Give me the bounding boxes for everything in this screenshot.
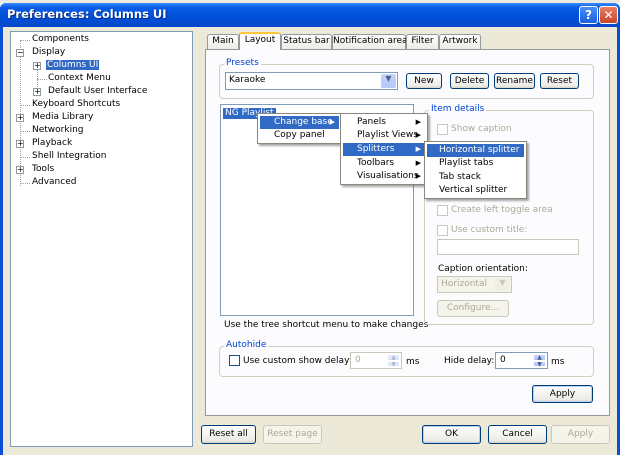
hide-delay-unit: ms xyxy=(551,357,565,367)
presets-combo[interactable]: Karaoke ▼ xyxy=(225,72,398,90)
expand-icon[interactable]: + xyxy=(33,88,41,96)
help-icon: ? xyxy=(585,8,592,22)
presets-group-title: Presets xyxy=(224,58,261,69)
cancel-button[interactable]: Cancel xyxy=(488,425,547,444)
presets-selected-value: Karaoke xyxy=(229,75,266,85)
tab-notification-area[interactable]: Notification area xyxy=(332,34,408,49)
close-button[interactable]: ✕ xyxy=(599,6,618,24)
menu-item-copy-panel[interactable]: Copy panel xyxy=(260,129,339,142)
tab-layout[interactable]: Layout xyxy=(239,32,281,50)
rename-preset-button[interactable]: Rename xyxy=(494,73,535,89)
tree-line xyxy=(20,157,30,158)
show-caption-label: Show caption xyxy=(451,124,512,134)
menu-item-vertical-splitter[interactable]: Vertical splitter xyxy=(427,184,524,197)
tab-artwork[interactable]: Artwork xyxy=(439,34,481,49)
tree-item-tools[interactable]: Tools xyxy=(32,164,54,175)
expand-icon[interactable]: + xyxy=(16,140,24,148)
reset-preset-button[interactable]: Reset xyxy=(540,73,579,89)
tree-line xyxy=(20,131,30,132)
tree-item-networking[interactable]: Networking xyxy=(32,125,84,136)
tree-line xyxy=(37,79,47,80)
expand-icon[interactable]: + xyxy=(16,114,24,122)
menu-item-playlist-views[interactable]: Playlist Views ▶ xyxy=(343,129,425,142)
expand-icon[interactable]: + xyxy=(33,62,41,70)
spin-down-icon[interactable]: ▼ xyxy=(387,360,400,367)
menu-item-playlist-tabs[interactable]: Playlist tabs xyxy=(427,157,524,170)
help-button[interactable]: ? xyxy=(579,6,598,24)
hide-delay-label: Hide delay: xyxy=(444,356,495,366)
splitters-submenu: Horizontal splitter Playlist tabs Tab st… xyxy=(424,141,527,199)
tree-item-keyboard-shortcuts[interactable]: Keyboard Shortcuts xyxy=(32,99,120,110)
tree-hint-text: Use the tree shortcut menu to make chang… xyxy=(224,320,429,330)
submenu-arrow-icon: ▶ xyxy=(329,118,335,126)
caption-orientation-value: Horizontal xyxy=(441,279,487,289)
menu-item-panels[interactable]: Panels ▶ xyxy=(343,116,425,129)
collapse-icon[interactable]: − xyxy=(16,49,24,57)
apply-button[interactable]: Apply xyxy=(551,425,610,444)
use-custom-title-checkbox[interactable] xyxy=(437,225,448,236)
menu-item-horizontal-splitter[interactable]: Horizontal splitter xyxy=(427,144,524,157)
preferences-tree[interactable]: Components − Display + Columns UI Contex… xyxy=(10,31,193,447)
show-delay-unit: ms xyxy=(406,357,420,367)
delete-preset-button[interactable]: Delete xyxy=(450,73,489,89)
chevron-down-icon[interactable]: ▼ xyxy=(381,74,396,88)
tree-item-columns-ui[interactable]: Columns UI xyxy=(46,60,100,71)
custom-title-input[interactable] xyxy=(437,239,579,255)
hide-delay-value: 0 xyxy=(500,355,506,365)
reset-all-button[interactable]: Reset all xyxy=(201,425,256,444)
caption-orientation-label: Caption orientation: xyxy=(438,264,528,274)
menu-item-change-base[interactable]: Change base ▶ xyxy=(260,116,339,129)
tree-item-default-user-interface[interactable]: Default User Interface xyxy=(48,86,147,97)
item-details-group-title: Item details xyxy=(429,104,487,115)
hide-delay-spinner[interactable]: ▲ ▼ xyxy=(533,354,546,367)
show-caption-checkbox[interactable] xyxy=(437,124,448,135)
tab-status-bar[interactable]: Status bar xyxy=(281,34,332,49)
ok-button[interactable]: OK xyxy=(422,425,481,444)
hide-delay-input[interactable]: 0 ▲ ▼ xyxy=(495,352,548,369)
create-left-toggle-checkbox[interactable] xyxy=(437,205,448,216)
expand-icon[interactable]: + xyxy=(16,166,24,174)
change-base-submenu: Panels ▶ Playlist Views ▶ Splitters ▶ Toolb… xyxy=(340,113,428,185)
apply-layout-button[interactable]: Apply xyxy=(532,385,593,403)
tree-item-context-menu[interactable]: Context Menu xyxy=(48,73,111,84)
autohide-group-title: Autohide xyxy=(224,340,269,351)
tree-item-advanced[interactable]: Advanced xyxy=(32,177,76,188)
menu-item-toolbars[interactable]: Toolbars ▶ xyxy=(343,157,425,170)
tab-filter[interactable]: Filter xyxy=(406,34,439,49)
tree-item-shell-integration[interactable]: Shell Integration xyxy=(32,151,106,162)
spin-down-icon[interactable]: ▼ xyxy=(533,360,546,367)
menu-item-visualisations[interactable]: Visualisations ▶ xyxy=(343,170,425,183)
tree-line xyxy=(20,183,30,184)
menu-item-splitters[interactable]: Splitters ▶ xyxy=(343,143,425,156)
submenu-arrow-icon: ▶ xyxy=(415,172,421,180)
chevron-down-icon[interactable]: ▼ xyxy=(495,278,510,291)
window-title: Preferences: Columns UI xyxy=(7,7,167,21)
menu-item-tab-stack[interactable]: Tab stack xyxy=(427,171,524,184)
submenu-arrow-icon: ▶ xyxy=(415,131,421,139)
show-delay-spinner[interactable]: ▲ ▼ xyxy=(387,354,400,367)
submenu-arrow-icon: ▶ xyxy=(415,145,421,153)
submenu-arrow-icon: ▶ xyxy=(415,159,421,167)
reset-page-button[interactable]: Reset page xyxy=(263,425,322,444)
use-custom-title-label: Use custom title: xyxy=(451,225,528,235)
tree-item-components[interactable]: Components xyxy=(32,34,89,45)
configure-button[interactable]: Configure... xyxy=(437,300,509,317)
tree-line xyxy=(20,40,30,41)
caption-orientation-combo[interactable]: Horizontal ▼ xyxy=(437,276,512,293)
tree-item-playback[interactable]: Playback xyxy=(32,138,72,149)
tree-item-media-library[interactable]: Media Library xyxy=(32,112,93,123)
tree-line xyxy=(20,105,30,106)
tab-main[interactable]: Main xyxy=(207,34,239,49)
custom-show-delay-label: Use custom show delay of xyxy=(243,356,361,366)
close-icon: ✕ xyxy=(603,8,614,22)
create-left-toggle-label: Create left toggle area xyxy=(451,205,553,215)
show-delay-value: 0 xyxy=(355,355,361,365)
show-delay-input[interactable]: 0 ▲ ▼ xyxy=(350,352,402,369)
context-menu: Change base ▶ Copy panel xyxy=(257,113,342,144)
submenu-arrow-icon: ▶ xyxy=(415,118,421,126)
tree-item-display[interactable]: Display xyxy=(32,47,65,58)
custom-show-delay-checkbox[interactable] xyxy=(229,355,240,366)
new-preset-button[interactable]: New xyxy=(406,73,442,89)
